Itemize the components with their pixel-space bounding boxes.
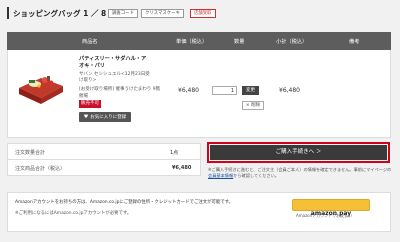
- page-title: ショッピングバッグ 1 ／ 8: [13, 9, 107, 18]
- header-subtotal: 小計（税込）: [276, 39, 308, 45]
- tag-code: 調査コード: [108, 9, 138, 18]
- heart-icon: ♥: [83, 113, 89, 120]
- pickup-location-cont: 催場: [79, 94, 88, 99]
- title-accent-bar: [7, 7, 9, 19]
- change-quantity-button[interactable]: 変更: [242, 86, 259, 95]
- order-total-value: ¥6,480: [172, 165, 192, 171]
- tag-category: クリスマスケーキ: [141, 9, 184, 18]
- header-remarks: 備考: [349, 39, 360, 45]
- add-favorite-label: お気に入りに登録: [90, 115, 127, 120]
- amazon-info: Amazonアカウントをお持ちの方は、Amazon.co.jpにご登録の住所・ク…: [15, 200, 234, 205]
- header-quantity: 数量: [234, 39, 245, 45]
- product-image[interactable]: [13, 56, 69, 112]
- amazon-pay-caption: Amazonアカウントでお支払い: [296, 213, 353, 218]
- unavailable-badge: 販売不可: [79, 100, 101, 108]
- delete-button[interactable]: × 削除: [242, 101, 264, 110]
- header-unit-price: 単価（税込）: [176, 39, 208, 45]
- quantity-input[interactable]: 1: [212, 86, 237, 95]
- member-info-link[interactable]: 会員基本情報: [208, 173, 233, 178]
- amazon-pay-button[interactable]: amazon pay: [292, 199, 370, 217]
- checkout-note: ※ご購入手続きに進むと、ご注文主（会員ご本人）の情報を確定できません。事前にマイ…: [208, 167, 392, 179]
- pickup-location: [お受け取り場所] 催事うけたまわり 9階: [79, 87, 161, 92]
- tag-store-pickup: 店舗受取: [190, 9, 216, 18]
- unit-price: ¥6,480: [178, 87, 199, 94]
- checkout-note-text: ※ご購入手続きに進むと、ご注文主（会員ご本人）の情報を確定できません。事前にマイ…: [208, 167, 392, 172]
- summary-divider: [7, 159, 201, 160]
- header-product-name: 商品名: [82, 39, 98, 45]
- proceed-to-checkout-button[interactable]: ご購入手続きへ ＞: [210, 145, 387, 160]
- cake-image: [19, 76, 63, 104]
- checkout-note-suffix: から確認してください。: [233, 173, 279, 178]
- quantity-total-label: 注文数量合計: [15, 150, 46, 156]
- order-total-label: 注文商品合計（税込）: [15, 166, 66, 172]
- product-variant: サバン セシシュエル<12月23日受け取り>: [79, 72, 150, 83]
- amazon-account-note: ※ご利用になるにはAmazon.co.jpアカウントが必要です。: [15, 211, 132, 216]
- subtotal: ¥6,480: [279, 87, 300, 94]
- product-name[interactable]: パティスリー・サダハル・アオキ・パリ: [79, 56, 149, 70]
- add-favorite-button[interactable]: ♥ お気に入りに登録: [79, 112, 131, 122]
- quantity-total-value: 1点: [170, 150, 179, 156]
